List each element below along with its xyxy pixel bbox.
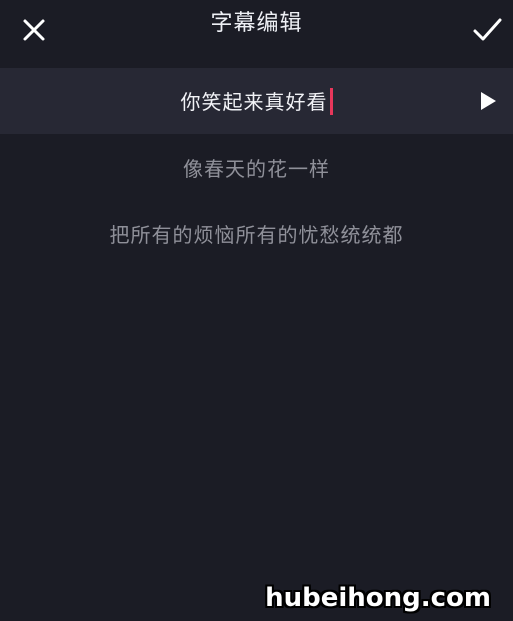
play-icon (481, 92, 496, 110)
text-cursor (329, 87, 333, 115)
watermark: hubeihong.com (265, 583, 491, 613)
play-button[interactable] (477, 90, 499, 112)
confirm-button[interactable] (469, 12, 505, 48)
subtitle-text: 你笑起来真好看 (180, 89, 328, 114)
subtitle-row[interactable]: 像春天的花一样 (0, 134, 513, 200)
checkmark-icon (473, 18, 502, 41)
subtitle-row[interactable]: 把所有的烦恼所有的忧愁统统都 (0, 200, 513, 266)
page-title: 字幕编辑 (210, 11, 303, 36)
subtitle-list: 你笑起来真好看 像春天的花一样 把所有的烦恼所有的忧愁统统都 (0, 68, 513, 266)
subtitle-text-input[interactable]: 你笑起来真好看 (181, 86, 333, 117)
top-bar: 字幕编辑 (0, 0, 513, 68)
subtitle-text: 像春天的花一样 (183, 156, 330, 181)
subtitle-row-active[interactable]: 你笑起来真好看 (0, 68, 513, 134)
subtitle-text: 把所有的烦恼所有的忧愁统统都 (109, 222, 404, 247)
